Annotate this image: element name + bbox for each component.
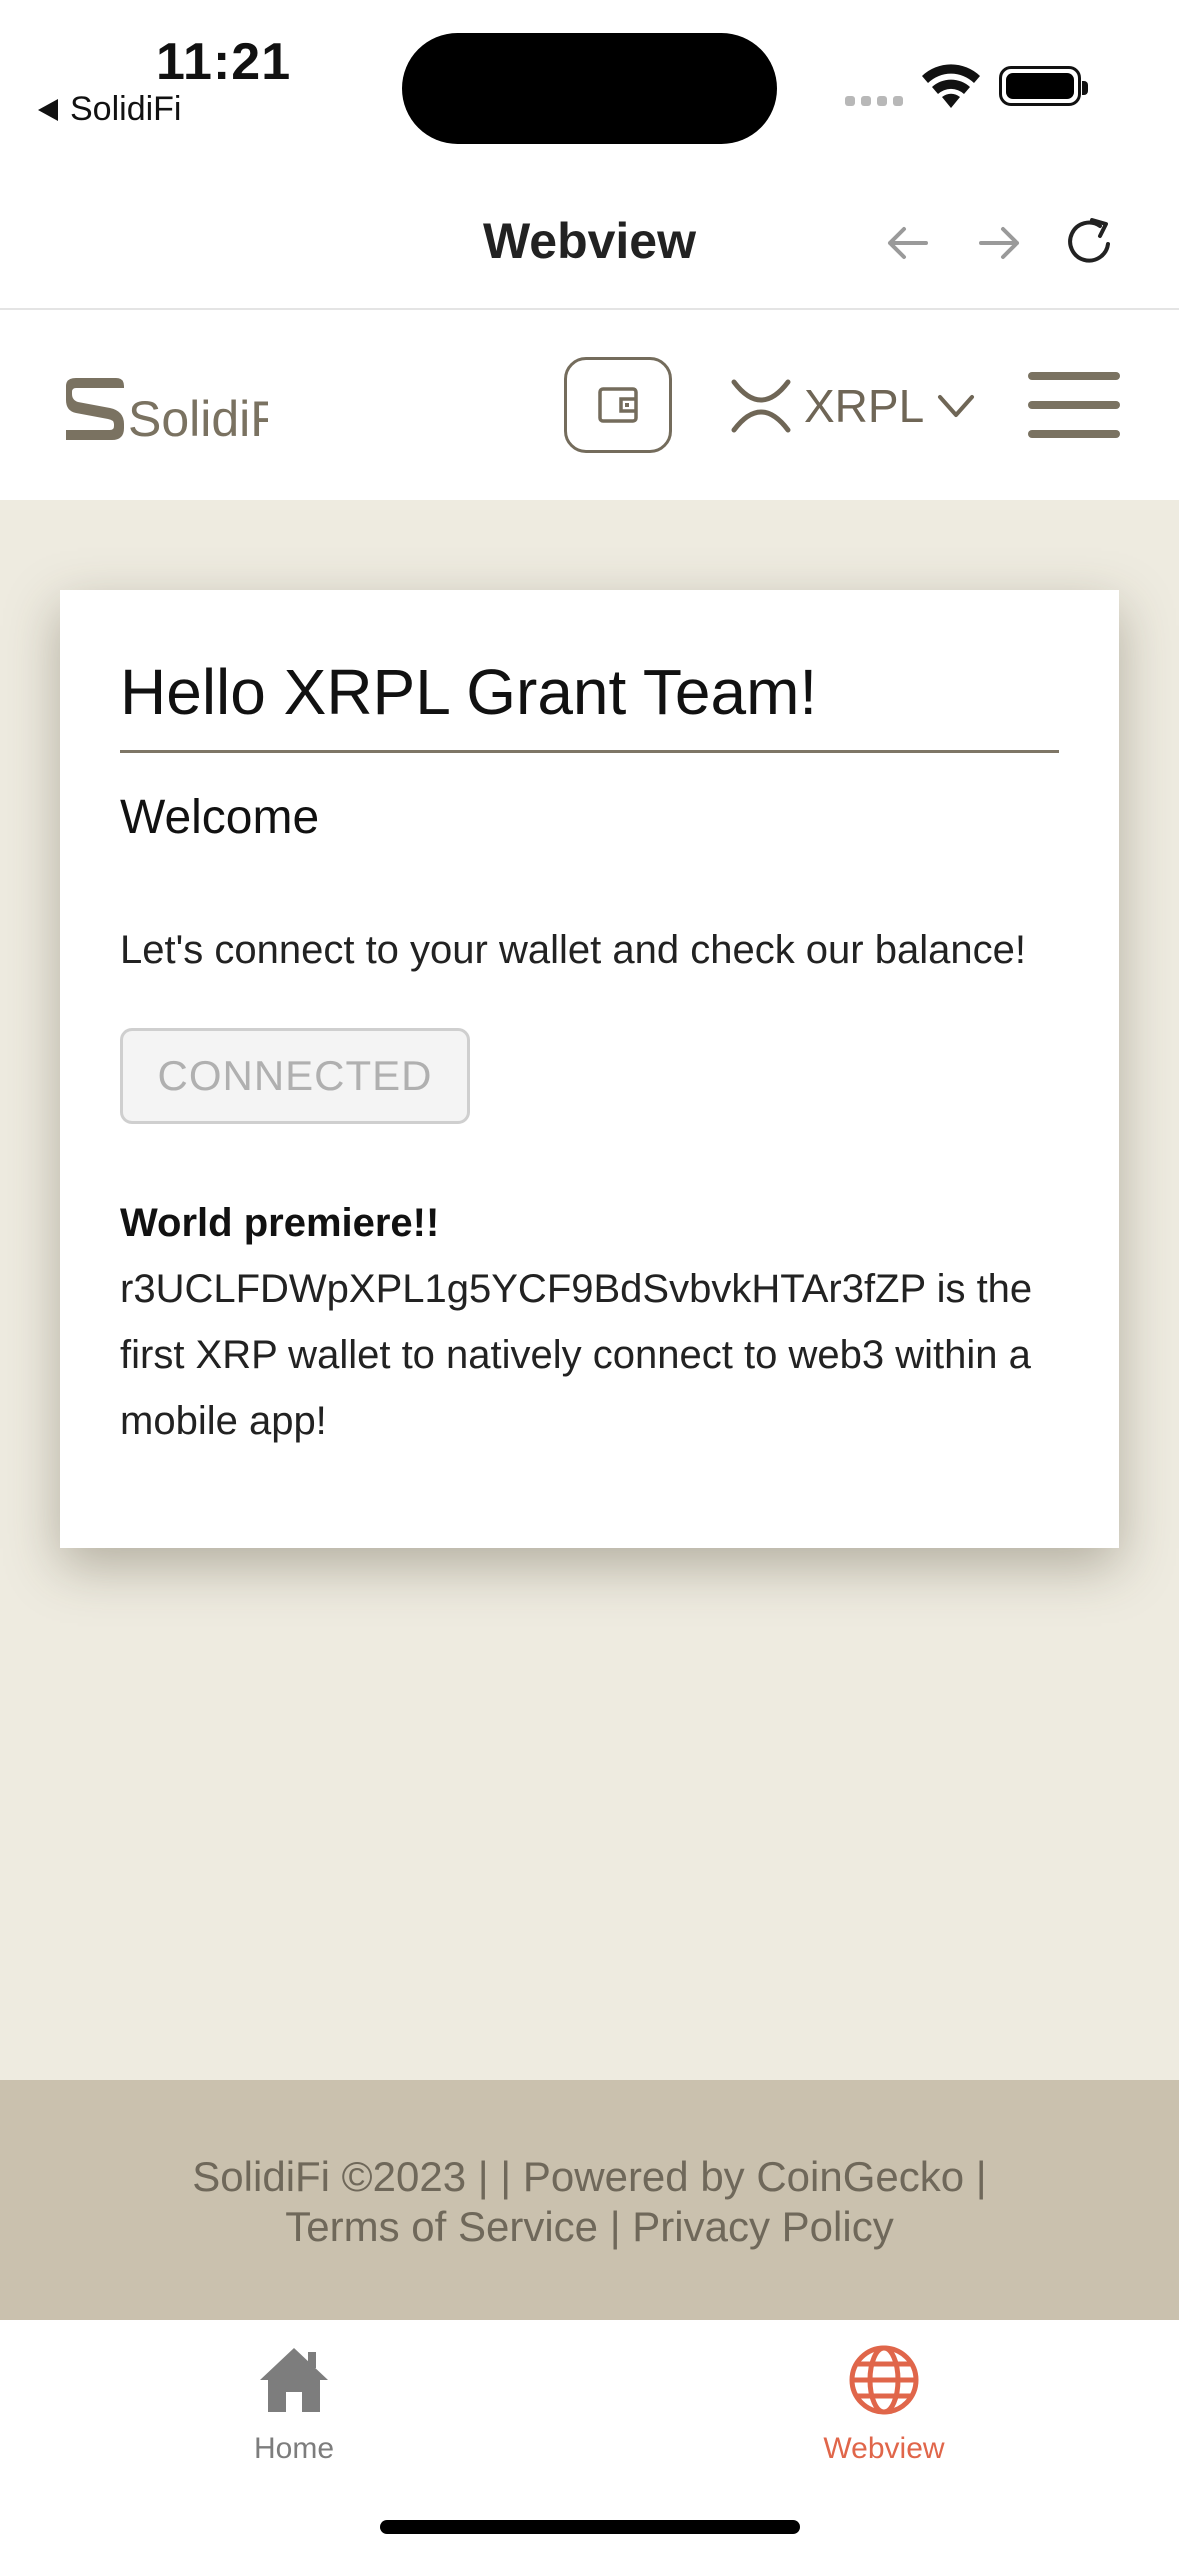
nav-bar: Webview <box>0 170 1179 310</box>
connected-button[interactable]: CONNECTED <box>120 1028 470 1124</box>
solidifi-logo[interactable]: SolidiFi <box>58 374 268 444</box>
card-subtitle: Welcome <box>120 791 320 844</box>
premiere-body: r3UCLFDWpXPL1g5YCF9BdSvbvkHTAr3fZP is th… <box>120 1267 1033 1443</box>
wallet-icon <box>598 387 638 423</box>
logo-text: SolidiFi <box>128 391 268 444</box>
battery-icon <box>999 66 1088 106</box>
hamburger-menu-icon[interactable] <box>1028 372 1120 438</box>
back-to-app-button[interactable]: SolidiFi <box>38 90 181 129</box>
premiere-message: World premiere!! r3UCLFDWpXPL1g5YCF9BdSv… <box>120 1190 1070 1454</box>
tab-webview[interactable]: Webview <box>734 2342 1034 2466</box>
dynamic-island <box>402 33 777 144</box>
wifi-icon <box>922 64 980 108</box>
wallet-button[interactable] <box>564 357 672 453</box>
main-content: Hello XRPL Grant Team! Welcome Let's con… <box>0 500 1179 2080</box>
title-divider <box>120 750 1059 753</box>
welcome-card: Hello XRPL Grant Team! Welcome Let's con… <box>60 590 1119 1548</box>
reload-icon[interactable] <box>1062 214 1118 270</box>
tab-webview-label: Webview <box>823 2432 945 2465</box>
xrp-icon <box>731 379 791 433</box>
site-header: SolidiFi XRPL <box>0 312 1179 500</box>
card-title: Hello XRPL Grant Team! <box>120 656 818 728</box>
footer-separator: | <box>609 2203 621 2250</box>
site-footer: SolidiFi ©2023 | | Powered by CoinGecko … <box>0 2080 1179 2320</box>
network-label: XRPL <box>804 380 925 432</box>
status-time: 11:21 <box>156 33 292 91</box>
arrow-left-icon[interactable] <box>882 218 932 268</box>
chevron-down-icon <box>938 395 975 417</box>
back-triangle-icon <box>38 98 58 121</box>
network-select[interactable]: XRPL <box>730 376 976 436</box>
terms-link[interactable]: Terms of Service <box>285 2203 598 2250</box>
cellular-signal-icon <box>845 96 903 106</box>
card-description: Let's connect to your wallet and check o… <box>120 928 1026 972</box>
home-indicator <box>380 2520 800 2534</box>
tab-bar: Home Webview <box>0 2320 1179 2556</box>
tab-home[interactable]: Home <box>144 2342 444 2466</box>
globe-icon <box>849 2345 919 2415</box>
arrow-right-icon[interactable] <box>975 218 1025 268</box>
status-bar: 11:21 SolidiFi <box>0 0 1179 170</box>
privacy-link[interactable]: Privacy Policy <box>632 2203 893 2250</box>
back-app-label: SolidiFi <box>70 90 182 128</box>
premiere-title: World premiere!! <box>120 1201 440 1245</box>
home-icon <box>260 2348 328 2412</box>
tab-home-label: Home <box>253 2432 335 2465</box>
footer-copyright: SolidiFi ©2023 | | Powered by CoinGecko … <box>192 2153 987 2200</box>
